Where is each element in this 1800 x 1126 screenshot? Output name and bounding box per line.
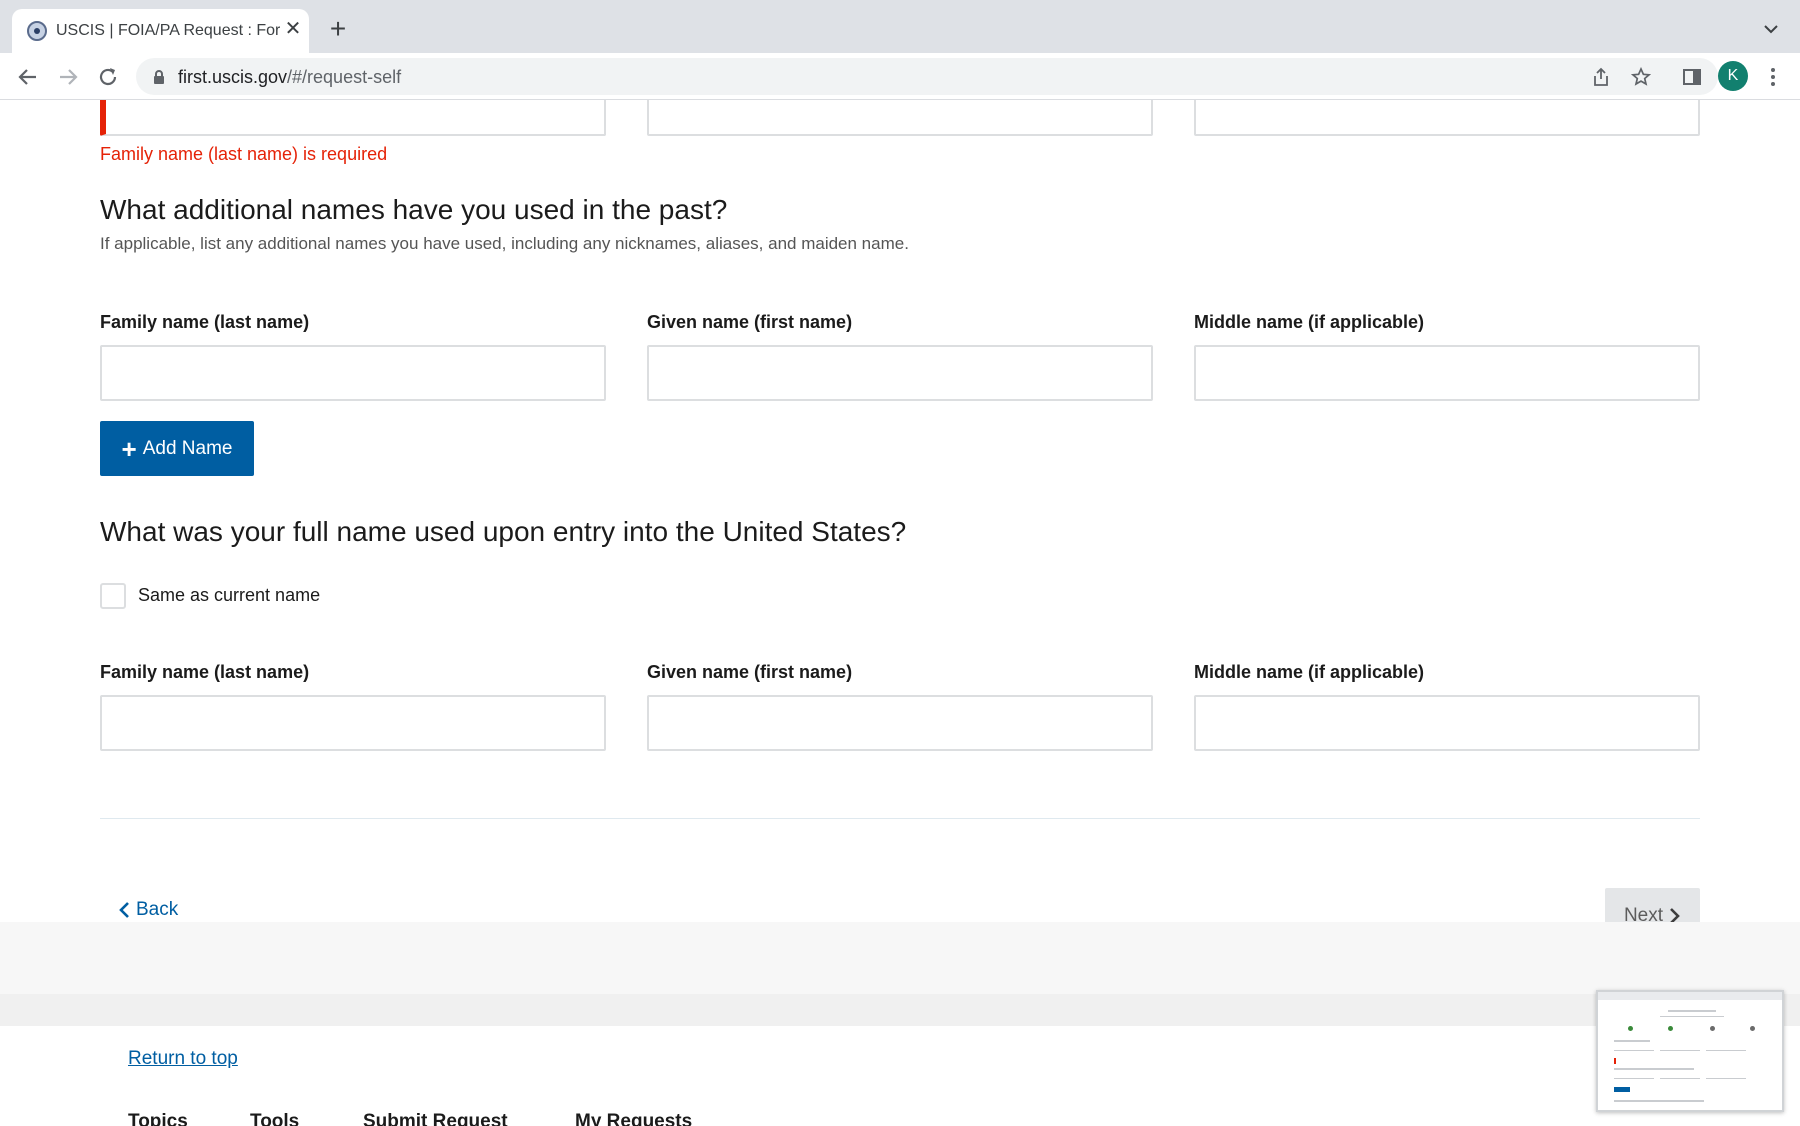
thumbnail-text-line xyxy=(1614,1100,1704,1102)
share-icon[interactable] xyxy=(1590,66,1612,88)
additional-middle-name-label: Middle name (if applicable) xyxy=(1194,312,1425,332)
thumbnail-text-line xyxy=(1614,1078,1654,1079)
same-as-current-checkbox[interactable] xyxy=(100,583,126,609)
footer-return-band xyxy=(0,922,1800,994)
tab-title: USCIS | FOIA/PA Request : For xyxy=(56,22,280,39)
thumbnail-error-mark xyxy=(1614,1058,1616,1064)
family-name-error: Family name (last name) is required xyxy=(100,144,388,164)
thumbnail-text-line xyxy=(1706,1078,1746,1079)
thumbnail-text-line xyxy=(1706,1050,1746,1051)
footer-link-submit-request[interactable]: Submit Request xyxy=(363,1111,508,1126)
screenshot-thumbnail-preview[interactable] xyxy=(1596,990,1784,1112)
more-options-icon[interactable] xyxy=(1764,65,1782,89)
thumbnail-text-line xyxy=(1614,1050,1654,1051)
browser-tab[interactable]: USCIS | FOIA/PA Request : For ✕ xyxy=(12,9,309,53)
same-as-current-label[interactable]: Same as current name xyxy=(138,585,320,606)
additional-names-heading: What additional names have you used in t… xyxy=(100,194,728,225)
url-path: /#/request-self xyxy=(287,67,402,87)
url-text[interactable]: first.uscis.gov/#/request-self xyxy=(178,67,401,88)
uscis-seal-icon xyxy=(27,21,47,41)
forward-arrow-icon[interactable] xyxy=(54,63,82,91)
thumbnail-step-dot xyxy=(1668,1026,1673,1031)
current-family-name-input[interactable] xyxy=(100,100,606,136)
entry-family-name-input[interactable] xyxy=(100,695,606,751)
thumbnail-button-mark xyxy=(1614,1087,1630,1092)
address-bar[interactable]: first.uscis.gov/#/request-self xyxy=(136,58,1718,95)
back-link[interactable]: Back xyxy=(118,899,178,921)
entry-middle-name-input[interactable] xyxy=(1194,695,1700,751)
additional-middle-name-input[interactable] xyxy=(1194,345,1700,401)
close-tab-icon[interactable]: ✕ xyxy=(282,18,304,40)
chevron-left-icon xyxy=(119,902,129,918)
entry-middle-name-label: Middle name (if applicable) xyxy=(1194,662,1425,682)
chevron-down-icon[interactable] xyxy=(1762,20,1780,38)
thumbnail-step-dot xyxy=(1628,1026,1633,1031)
entry-name-heading: What was your full name used upon entry … xyxy=(100,516,907,547)
additional-given-name-label: Given name (first name) xyxy=(647,312,853,332)
lock-icon[interactable] xyxy=(152,69,166,85)
footer-nav-band xyxy=(0,994,1800,1026)
return-to-top-link[interactable]: Return to top xyxy=(128,1048,238,1070)
footer-link-topics[interactable]: Topics xyxy=(128,1111,188,1126)
bookmark-star-icon[interactable] xyxy=(1630,66,1652,88)
footer-link-tools[interactable]: Tools xyxy=(250,1111,299,1126)
back-arrow-icon[interactable] xyxy=(14,63,42,91)
footer-link-my-requests[interactable]: My Requests xyxy=(575,1111,692,1126)
thumbnail-step-dot xyxy=(1750,1026,1755,1031)
thumbnail-text-line xyxy=(1614,1040,1650,1042)
profile-avatar[interactable]: K xyxy=(1718,61,1748,91)
add-name-button[interactable]: + Add Name xyxy=(100,421,254,476)
browser-toolbar: first.uscis.gov/#/request-self K xyxy=(0,53,1800,100)
plus-icon: + xyxy=(121,433,137,464)
additional-given-name-input[interactable] xyxy=(647,345,1153,401)
back-label: Back xyxy=(136,899,179,920)
thumbnail-title-line xyxy=(1668,1010,1716,1012)
add-name-label: Add Name xyxy=(142,437,233,459)
additional-family-name-label: Family name (last name) xyxy=(100,312,310,332)
thumbnail-subtitle-line xyxy=(1660,1016,1724,1017)
entry-family-name-label: Family name (last name) xyxy=(100,662,310,682)
thumbnail-browser-bar xyxy=(1598,992,1782,1000)
new-tab-icon[interactable]: + xyxy=(324,15,352,44)
thumbnail-text-line xyxy=(1660,1078,1700,1079)
side-panel-icon[interactable] xyxy=(1678,63,1706,91)
browser-tab-strip: USCIS | FOIA/PA Request : For ✕ + xyxy=(0,0,1800,53)
current-given-name-input[interactable] xyxy=(647,100,1153,136)
thumbnail-text-line xyxy=(1660,1050,1700,1051)
entry-given-name-label: Given name (first name) xyxy=(647,662,853,682)
section-divider xyxy=(100,818,1700,819)
reload-icon[interactable] xyxy=(94,63,122,91)
additional-family-name-input[interactable] xyxy=(100,345,606,401)
thumbnail-step-dot xyxy=(1710,1026,1715,1031)
url-host: first.uscis.gov xyxy=(178,67,288,87)
thumbnail-text-line xyxy=(1614,1068,1694,1070)
entry-given-name-input[interactable] xyxy=(647,695,1153,751)
current-middle-name-input[interactable] xyxy=(1194,100,1700,136)
additional-names-hint: If applicable, list any additional names… xyxy=(100,234,909,253)
